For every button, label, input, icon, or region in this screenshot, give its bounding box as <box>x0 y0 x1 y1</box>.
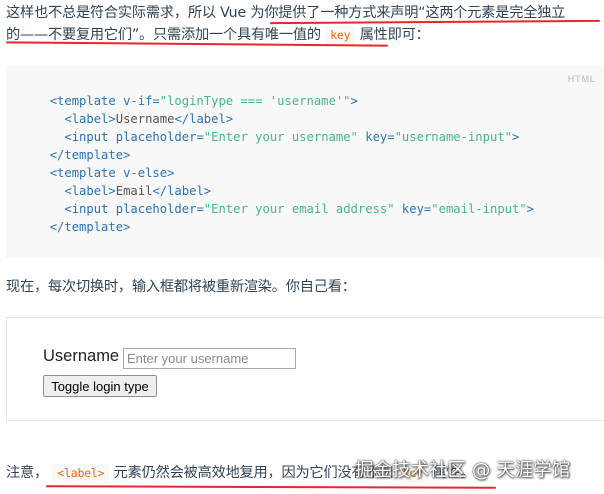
code-token: > <box>167 166 175 180</box>
code-language-label: HTML <box>567 74 596 85</box>
code-token: Email <box>115 184 153 198</box>
toggle-login-type-button[interactable]: Toggle login type <box>43 375 157 397</box>
key-inline-code: key <box>325 26 356 44</box>
code-token: "loginType === 'username'" <box>159 94 351 108</box>
code-token: key= <box>401 202 432 216</box>
code-token: <label> <box>64 112 116 126</box>
code-line: <input placeholder="Enter your username"… <box>35 130 519 144</box>
code-token: "Enter your username" <box>203 130 358 144</box>
code-token: <template <box>49 94 124 108</box>
code-lines: <template v-if="loginType === 'username'… <box>35 92 534 236</box>
code-token: "username-input" <box>394 130 512 144</box>
explanation-text: 现在，每次切换时，输入框都将被重新渲染。你自己看： <box>6 279 356 295</box>
code-line: <input placeholder="Enter your email add… <box>35 202 534 216</box>
code-token: > <box>512 130 520 144</box>
code-line: <template v-else> <box>35 166 175 180</box>
code-token: <template <box>49 166 124 180</box>
code-token: > <box>350 94 358 108</box>
code-token: > <box>526 202 535 216</box>
annotation-underline <box>45 485 497 489</box>
code-token: </template> <box>49 148 131 162</box>
code-token: <label> <box>64 184 116 198</box>
label-inline-code: <label> <box>52 464 110 482</box>
intro-text: 这样也不总是符合实际需求，所以 <box>6 5 216 21</box>
intro-text-line2: 的——不要复用它们”。只需添加一个具有唯一值的 <box>6 27 321 43</box>
code-block: HTML <template v-if="loginType === 'user… <box>6 66 604 258</box>
code-token: Username <box>115 112 175 126</box>
code-token: </label> <box>152 184 212 198</box>
note-text: 元素仍然会被高效地复用，因为它们没有添加 <box>113 465 394 481</box>
code-token: "Enter your email address" <box>203 202 395 216</box>
demo-box: Username Toggle login type <box>6 317 604 421</box>
code-line: <label>Email</label> <box>35 184 211 198</box>
watermark: 掘金技术社区 @ 天涯学馆 <box>355 460 571 481</box>
code-token: <input <box>64 202 116 216</box>
code-line: <template v-if="loginType === 'username'… <box>35 94 358 108</box>
code-token: v-if= <box>123 94 160 108</box>
intro-text-cont: 为你提供了一种方式来声明“这两个元素是完全独立 <box>250 5 566 21</box>
code-line: </template> <box>35 148 131 162</box>
intro-text-end: 属性即可： <box>359 27 430 43</box>
code-line: </template> <box>35 220 131 234</box>
code-token: "email-input" <box>431 202 527 216</box>
code-token: </template> <box>49 220 131 234</box>
code-token: placeholder= <box>115 202 204 216</box>
code-line: <label>Username</label> <box>35 112 233 126</box>
username-label: Username <box>43 347 120 365</box>
code-token: </label> <box>174 112 234 126</box>
username-input[interactable] <box>123 348 296 369</box>
code-token: v-else <box>123 166 168 180</box>
vue-word: Vue <box>220 5 247 21</box>
code-token: placeholder= <box>115 130 204 144</box>
code-token: <input <box>64 130 116 144</box>
note-prefix: 注意， <box>6 465 48 481</box>
code-token: key= <box>365 130 395 144</box>
